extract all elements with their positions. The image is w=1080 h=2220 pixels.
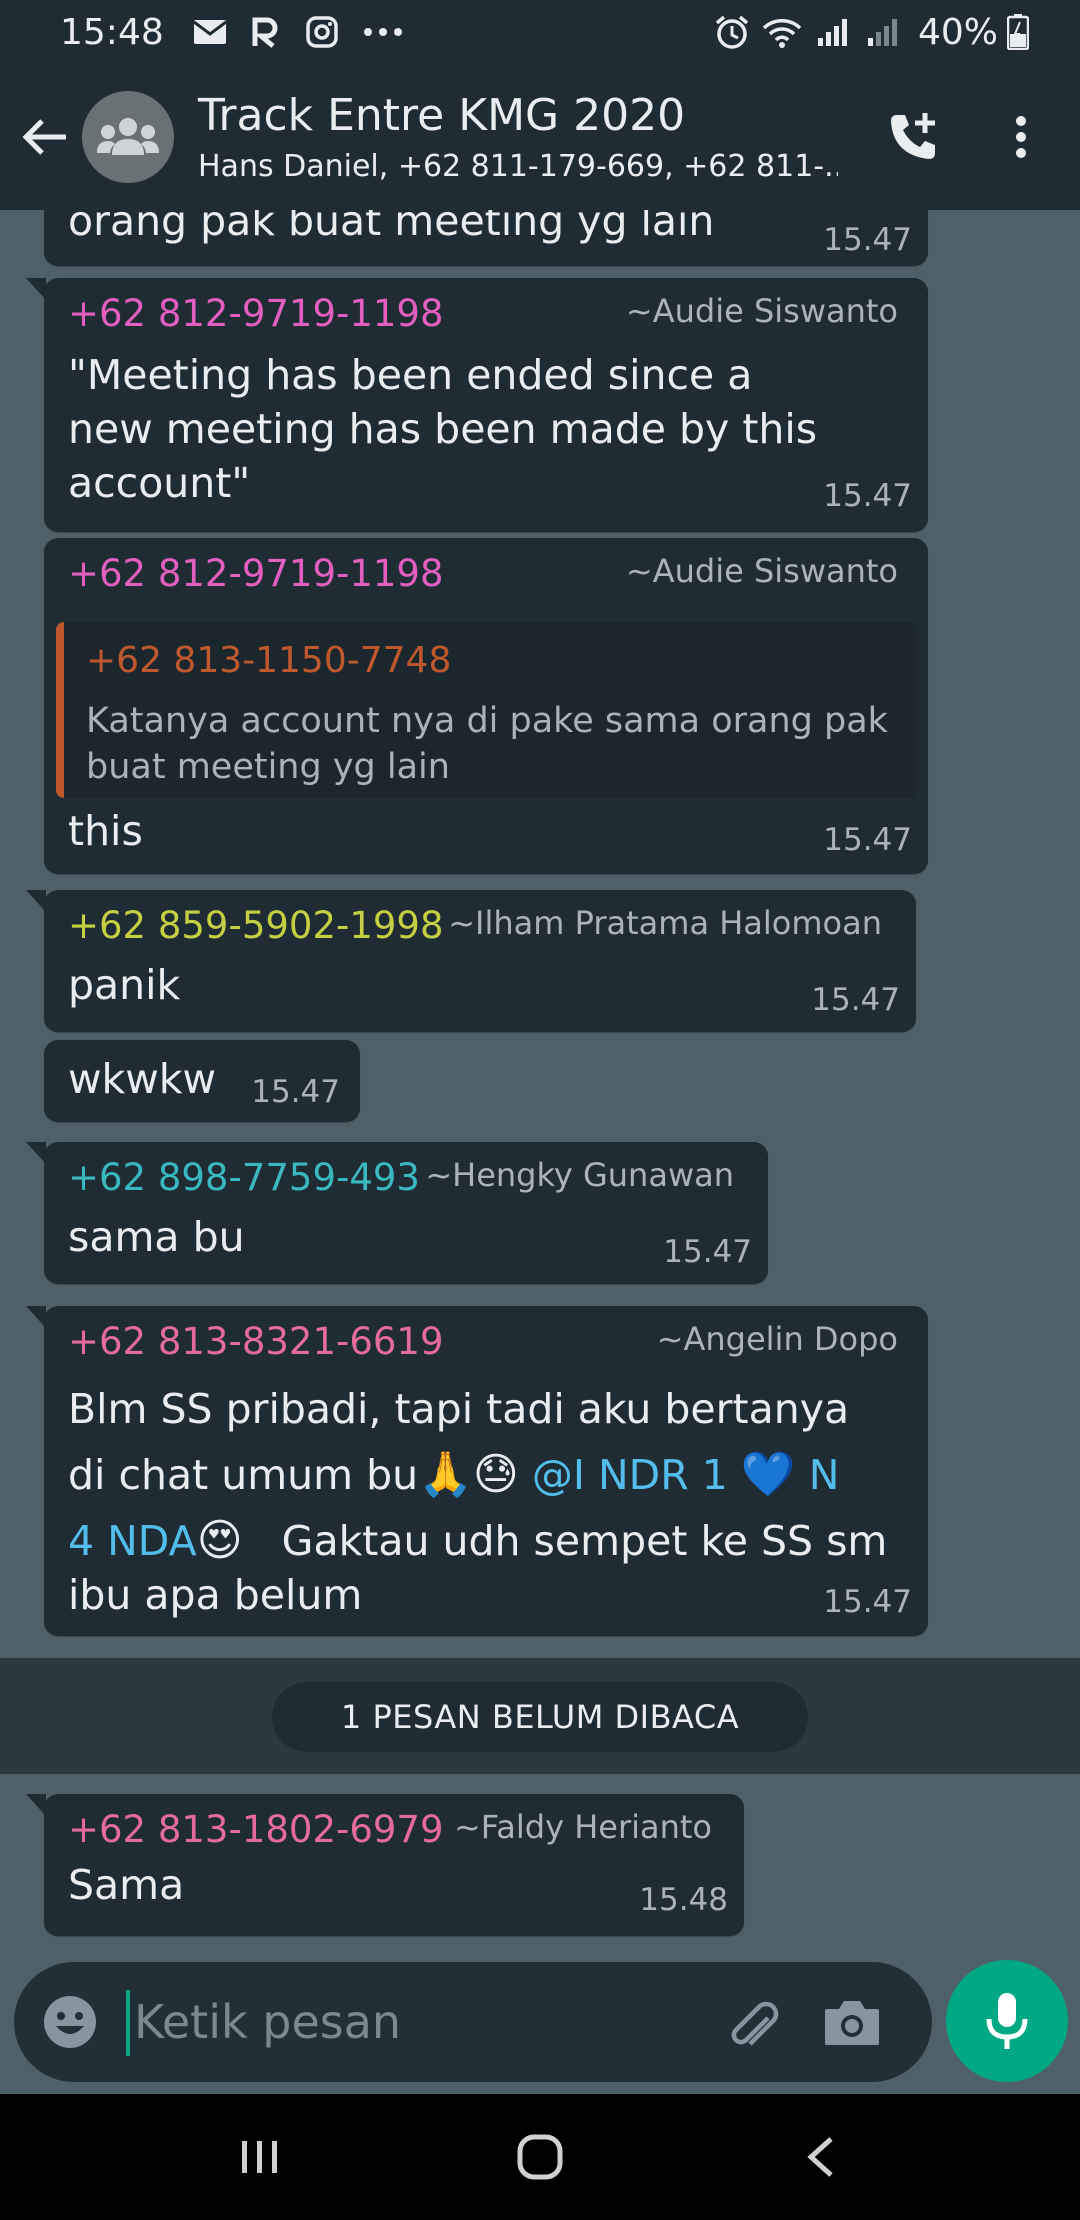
message-bubble[interactable]: +62 813-1802-6979 ~Faldy Herianto Sama 1… <box>26 1794 744 1936</box>
message-bubble[interactable]: +62 813-8321-6619 ~Angelin Dopo Blm SS p… <box>26 1306 928 1636</box>
chat-area[interactable]: orang pak buat meeting yg lain 15.47 +62… <box>0 210 1080 1950</box>
mention-link[interactable]: @I NDR 1 <box>532 1451 728 1499</box>
group-title: Track Entre KMG 2020 <box>198 90 686 141</box>
message-bubble[interactable]: +62 859-5902-1998 ~Ilham Pratama Halomoa… <box>26 890 916 1032</box>
message-line: "Meeting has been ended since a <box>68 351 753 399</box>
message-line-text: di chat umum bu <box>68 1451 419 1499</box>
chat-header: Track Entre KMG 2020 Hans Daniel, +62 81… <box>0 64 1080 210</box>
more-vertical-icon[interactable] <box>996 104 1046 170</box>
message-text: wkwkw <box>68 1055 217 1103</box>
group-members: Hans Daniel, +62 811-179-669, +62 811-..… <box>198 149 838 184</box>
message-time: 15.47 <box>663 1234 752 1270</box>
sender-phone[interactable]: +62 812-9719-1198 <box>68 552 444 595</box>
mail-icon <box>190 12 230 52</box>
message-time: 15.47 <box>811 982 900 1018</box>
text-caret <box>126 1990 130 2056</box>
emoji-icon[interactable] <box>38 1990 102 2054</box>
camera-icon[interactable] <box>820 1990 884 2054</box>
home-icon[interactable] <box>500 2117 580 2197</box>
message-time: 15.47 <box>823 478 912 514</box>
message-line: 4 NDA😍 Gaktau udh sempet ke SS sm <box>68 1514 887 1568</box>
back-icon[interactable] <box>780 2117 860 2197</box>
message-text: panik <box>68 961 181 1009</box>
message-input[interactable] <box>134 1980 694 2064</box>
sender-alias: ~Faldy Herianto <box>453 1808 712 1846</box>
group-avatar-icon[interactable] <box>82 91 174 183</box>
message-bubble[interactable]: +62 812-9719-1198 ~Audie Siswanto "Meeti… <box>26 278 928 532</box>
message-composer <box>14 1962 932 2082</box>
heart-eyes-emoji-icon: 😍 <box>196 1515 243 1566</box>
sender-alias: ~Angelin Dopo <box>656 1320 898 1358</box>
sender-phone[interactable]: +62 813-1802-6979 <box>68 1808 444 1851</box>
message-line: account" <box>68 459 251 507</box>
pray-emoji-icon: 🙏 <box>418 1449 473 1500</box>
mention-link[interactable]: 4 NDA <box>68 1517 197 1565</box>
message-time: 15.48 <box>639 1882 728 1918</box>
message-time: 15.47 <box>823 222 912 258</box>
more-icon <box>358 12 408 52</box>
quoted-line: buat meeting yg lain <box>86 747 450 787</box>
mention-link[interactable]: N <box>809 1451 840 1499</box>
message-time: 15.47 <box>251 1074 340 1110</box>
sweat-emoji-icon: 😓 <box>472 1449 519 1500</box>
message-bubble[interactable]: orang pak buat meeting yg lain 15.47 <box>44 210 928 266</box>
message-text: sama bu <box>68 1213 245 1261</box>
signal-icon <box>862 12 902 52</box>
status-time: 15:48 <box>60 11 164 53</box>
mic-icon[interactable] <box>946 1960 1068 2082</box>
message-bubble[interactable]: wkwkw 15.47 <box>44 1040 360 1122</box>
battery-icon <box>1006 12 1030 52</box>
status-bar: 15:48 40% <box>0 0 1080 64</box>
app-icon <box>246 12 286 52</box>
header-info[interactable]: Track Entre KMG 2020 Hans Daniel, +62 81… <box>198 90 838 184</box>
message-line: ibu apa belum <box>68 1571 363 1619</box>
message-line: di chat umum bu🙏😓 @I NDR 1 💙 N <box>68 1448 839 1502</box>
message-bubble[interactable]: +62 898-7759-493 ~Hengky Gunawan sama bu… <box>26 1142 768 1284</box>
message-line-text: Gaktau udh sempet ke SS sm <box>281 1517 888 1565</box>
sender-alias: ~Hengky Gunawan <box>425 1156 734 1194</box>
quoted-line: Katanya account nya di pake sama orang p… <box>86 701 888 741</box>
unread-banner: 1 PESAN BELUM DIBACA <box>272 1682 808 1752</box>
sender-alias: ~Audie Siswanto <box>625 292 898 330</box>
message-line: Blm SS pribadi, tapi tadi aku bertanya <box>68 1385 850 1433</box>
message-bubble[interactable]: +62 812-9719-1198 ~Audie Siswanto +62 81… <box>44 538 928 874</box>
message-text: orang pak buat meeting yg lain <box>68 210 715 245</box>
instagram-icon <box>302 12 342 52</box>
sender-alias: ~Ilham Pratama Halomoan <box>448 904 882 942</box>
sender-phone[interactable]: +62 898-7759-493 <box>68 1156 420 1199</box>
quoted-message[interactable]: +62 813-1150-7748 Katanya account nya di… <box>56 622 916 798</box>
message-line: new meeting has been made by this <box>68 405 818 453</box>
message-text: Sama <box>68 1861 185 1909</box>
signal-icon <box>812 12 852 52</box>
system-nav-bar <box>0 2094 1080 2220</box>
message-time: 15.47 <box>823 1584 912 1620</box>
quoted-text: Katanya account nya di pake sama orang p… <box>86 698 900 790</box>
blue-heart-emoji-icon: 💙 <box>740 1449 796 1500</box>
quoted-sender: +62 813-1150-7748 <box>86 640 452 681</box>
message-text: this <box>68 807 143 855</box>
unread-divider: 1 PESAN BELUM DIBACA <box>0 1658 1080 1774</box>
recents-icon[interactable] <box>220 2117 300 2197</box>
sender-alias: ~Audie Siswanto <box>625 552 898 590</box>
sender-phone[interactable]: +62 859-5902-1998 <box>68 904 444 947</box>
sender-phone[interactable]: +62 813-8321-6619 <box>68 1320 444 1363</box>
attach-icon[interactable] <box>720 1990 784 2054</box>
sender-phone[interactable]: +62 812-9719-1198 <box>68 292 444 335</box>
alarm-icon <box>712 12 752 52</box>
add-call-icon[interactable] <box>880 104 946 170</box>
wifi-icon <box>762 12 802 52</box>
battery-level: 40% <box>917 11 998 53</box>
message-time: 15.47 <box>823 822 912 858</box>
back-arrow-icon[interactable] <box>10 92 80 182</box>
